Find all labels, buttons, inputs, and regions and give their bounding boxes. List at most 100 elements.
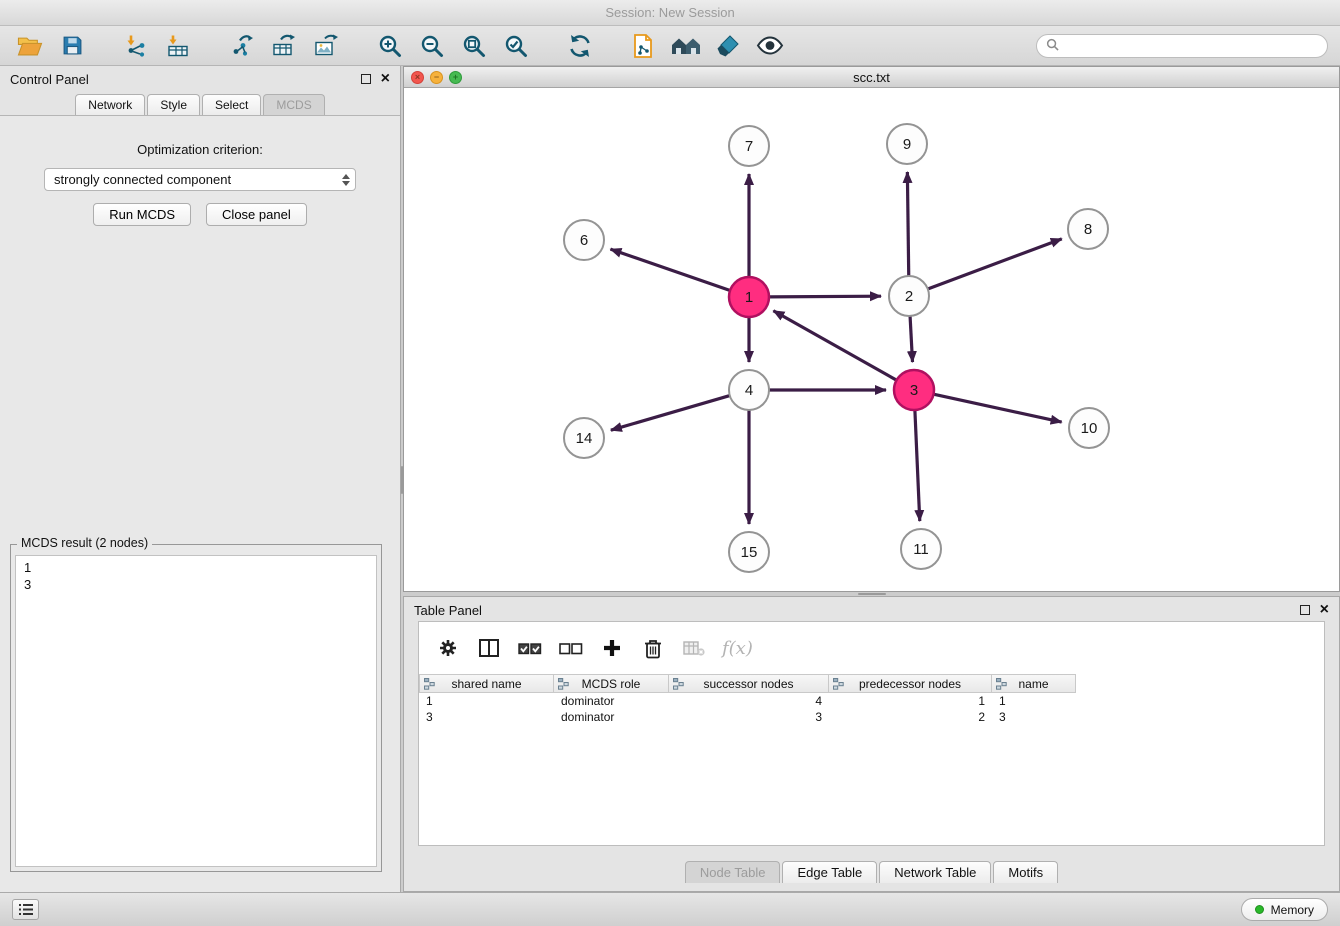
first-neighbors-button[interactable] xyxy=(668,30,704,62)
save-session-button[interactable] xyxy=(54,30,90,62)
table-cell[interactable]: 1 xyxy=(419,693,554,709)
table-cell[interactable]: 2 xyxy=(829,709,992,725)
show-columns-button[interactable] xyxy=(476,635,502,661)
table-tabbar: Node TableEdge TableNetwork TableMotifs xyxy=(404,861,1339,883)
column-header-label: MCDS role xyxy=(582,677,641,691)
close-table-panel-icon[interactable]: × xyxy=(1320,605,1329,615)
edge-2-8[interactable] xyxy=(928,239,1062,289)
function-builder-button: f(x) xyxy=(722,635,753,661)
export-web-button[interactable] xyxy=(626,30,662,62)
task-history-button[interactable] xyxy=(12,899,39,920)
status-bar: Memory xyxy=(0,892,1340,926)
node-label-6: 6 xyxy=(580,232,588,249)
select-stepper-icon xyxy=(342,174,350,186)
show-graphics-icon xyxy=(756,36,784,55)
zoom-out-button[interactable] xyxy=(414,30,450,62)
column-header-predecessor-nodes[interactable]: predecessor nodes xyxy=(829,674,992,693)
zoom-window-icon[interactable] xyxy=(449,71,462,84)
table-row[interactable]: 3dominator323 xyxy=(419,709,1324,725)
tab-network[interactable]: Network xyxy=(75,94,145,115)
node-label-8: 8 xyxy=(1084,221,1092,238)
tab-node-table[interactable]: Node Table xyxy=(685,861,781,883)
search-input[interactable] xyxy=(1065,39,1318,53)
table-cell[interactable]: 4 xyxy=(669,693,829,709)
zoom-fit-icon xyxy=(462,34,486,58)
float-table-panel-icon[interactable] xyxy=(1300,605,1310,615)
list-icon xyxy=(19,904,33,915)
run-mcds-button[interactable]: Run MCDS xyxy=(93,203,191,226)
table-row[interactable]: 1dominator411 xyxy=(419,693,1324,709)
edge-3-11[interactable] xyxy=(915,410,920,521)
column-header-shared-name[interactable]: shared name xyxy=(419,674,554,693)
zoom-in-button[interactable] xyxy=(372,30,408,62)
tab-motifs[interactable]: Motifs xyxy=(993,861,1058,883)
mcds-result-list[interactable]: 13 xyxy=(15,555,377,867)
table-cell[interactable]: 3 xyxy=(992,709,1076,725)
zoom-in-icon xyxy=(378,34,402,58)
network-graph-canvas[interactable]: 7968124314101511 xyxy=(404,88,1339,591)
network-window-titlebar: scc.txt xyxy=(404,67,1339,88)
add-column-button[interactable] xyxy=(599,635,625,661)
settings-gear-icon xyxy=(438,638,458,658)
close-window-icon[interactable] xyxy=(411,71,424,84)
tab-style[interactable]: Style xyxy=(147,94,200,115)
select-all-icon xyxy=(518,640,542,657)
table-cell[interactable]: 1 xyxy=(829,693,992,709)
zoom-selected-button[interactable] xyxy=(498,30,534,62)
import-table-button[interactable] xyxy=(160,30,196,62)
column-header-label: name xyxy=(1018,677,1048,691)
select-all-button[interactable] xyxy=(517,635,543,661)
edge-1-6[interactable] xyxy=(610,249,730,290)
column-header-mcds-role[interactable]: MCDS role xyxy=(554,674,669,693)
edge-1-2[interactable] xyxy=(769,296,881,297)
show-columns-icon xyxy=(479,639,499,657)
edge-2-3[interactable] xyxy=(910,316,912,362)
table-cell[interactable]: 3 xyxy=(669,709,829,725)
deselect-all-button[interactable] xyxy=(558,635,584,661)
column-header-label: shared name xyxy=(451,677,521,691)
settings-gear-button[interactable] xyxy=(435,635,461,661)
table-cell[interactable]: 3 xyxy=(419,709,554,725)
table-cell[interactable]: 1 xyxy=(992,693,1076,709)
tab-edge-table[interactable]: Edge Table xyxy=(782,861,877,883)
style-brush-button[interactable] xyxy=(710,30,746,62)
node-label-7: 7 xyxy=(745,138,753,155)
edge-2-9[interactable] xyxy=(907,172,908,276)
open-file-button[interactable] xyxy=(12,30,48,62)
minimize-window-icon[interactable] xyxy=(430,71,443,84)
tab-mcds[interactable]: MCDS xyxy=(263,94,324,115)
node-label-14: 14 xyxy=(576,430,593,447)
import-network-button[interactable] xyxy=(118,30,154,62)
edge-3-1[interactable] xyxy=(773,311,896,380)
delete-columns-button[interactable] xyxy=(640,635,666,661)
close-panel-button[interactable]: Close panel xyxy=(206,203,307,226)
export-image-button[interactable] xyxy=(308,30,344,62)
zoom-fit-button[interactable] xyxy=(456,30,492,62)
float-panel-icon[interactable] xyxy=(361,74,371,84)
node-label-15: 15 xyxy=(741,544,758,561)
export-network-button[interactable] xyxy=(224,30,260,62)
close-panel-icon[interactable]: × xyxy=(381,74,390,84)
column-header-successor-nodes[interactable]: successor nodes xyxy=(669,674,829,693)
criterion-select[interactable]: strongly connected component xyxy=(44,168,356,191)
column-type-icon xyxy=(673,678,684,693)
memory-button[interactable]: Memory xyxy=(1241,898,1328,921)
toolbar-separator xyxy=(96,45,112,46)
first-neighbors-icon xyxy=(671,35,701,57)
optimization-criterion-label: Optimization criterion: xyxy=(0,116,400,157)
main-toolbar xyxy=(0,26,1340,66)
tab-network-table[interactable]: Network Table xyxy=(879,861,991,883)
export-table-button[interactable] xyxy=(266,30,302,62)
show-graphics-button[interactable] xyxy=(752,30,788,62)
search-box[interactable] xyxy=(1036,34,1328,58)
node-label-10: 10 xyxy=(1081,420,1098,437)
table-cell[interactable]: dominator xyxy=(554,709,669,725)
edge-3-10[interactable] xyxy=(934,394,1062,422)
edge-4-14[interactable] xyxy=(611,396,730,431)
mcds-panel: Optimization criterion: strongly connect… xyxy=(0,116,400,892)
table-cell[interactable]: dominator xyxy=(554,693,669,709)
column-header-name[interactable]: name xyxy=(992,674,1076,693)
refresh-layout-button[interactable] xyxy=(562,30,598,62)
tab-select[interactable]: Select xyxy=(202,94,261,115)
node-label-3: 3 xyxy=(910,382,918,399)
